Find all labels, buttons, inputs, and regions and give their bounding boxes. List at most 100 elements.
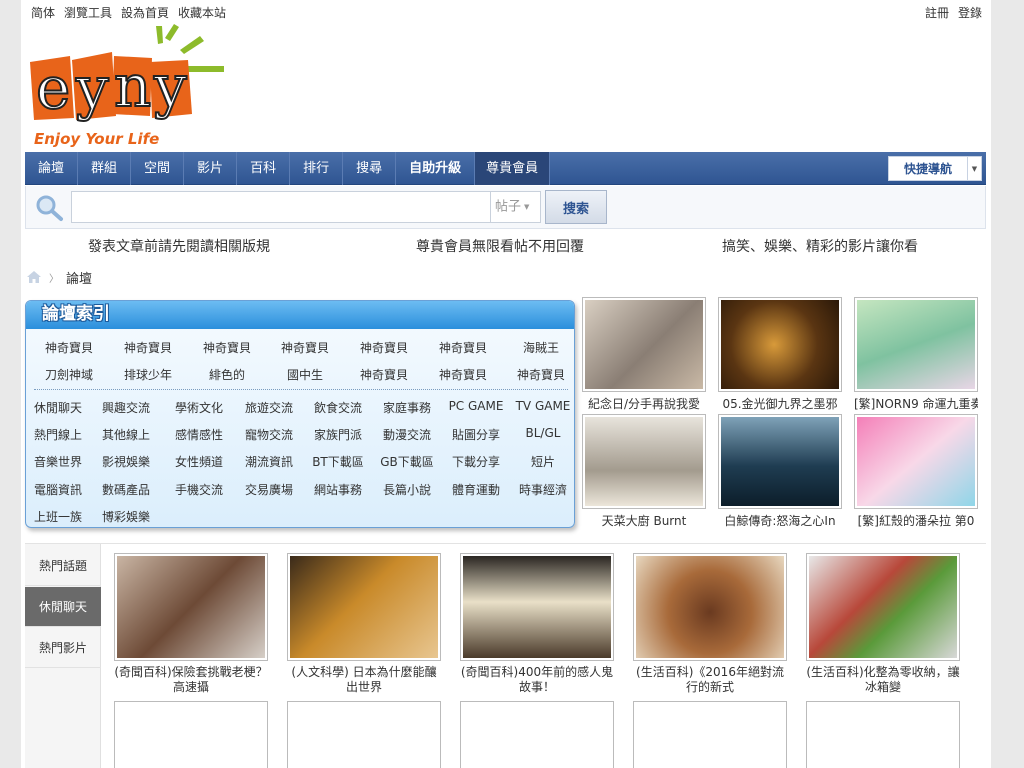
tab-hot-videos[interactable]: 熱門影片: [25, 628, 101, 668]
forum-link[interactable]: 神奇寶貝: [187, 339, 267, 356]
featured-item[interactable]: 白鯨傳奇:怒海之心In: [718, 414, 842, 529]
search-icon: [36, 195, 63, 221]
article-card-placeholder[interactable]: [806, 701, 960, 768]
article-caption: (生活百科)《2016年絕對流行的新式: [636, 665, 784, 694]
forum-link[interactable]: 神奇寶貝: [29, 339, 109, 356]
svg-text:n: n: [114, 52, 151, 120]
article-card[interactable]: (生活百科)化整為零收納，讓冰箱變: [806, 553, 960, 695]
article-card[interactable]: (奇聞百科)保險套挑戰老梗？高速攝: [114, 553, 268, 695]
forum-link[interactable]: 家庭事務: [368, 399, 446, 416]
forum-link[interactable]: 神奇寶貝: [423, 366, 503, 383]
quick-nav-dropdown[interactable]: 快捷導航 ▼: [888, 156, 982, 181]
site-logo[interactable]: e y n y Enjoy Your Life: [28, 22, 228, 150]
lower-section: 熱門話題 休閒聊天 熱門影片 (奇聞百科)保險套挑戰老梗？高速攝 (人文科學) …: [25, 543, 986, 768]
forum-link[interactable]: 國中生: [265, 366, 345, 383]
nav-search[interactable]: 搜尋: [343, 152, 397, 185]
nav-ranking[interactable]: 排行: [290, 152, 344, 185]
notice-rules[interactable]: 發表文章前請先閱讀相關版規: [88, 236, 270, 256]
tab-hot-topics[interactable]: 熱門話題: [25, 546, 101, 586]
svg-text:y: y: [75, 54, 109, 122]
article-card-placeholder[interactable]: [633, 701, 787, 768]
forum-link[interactable]: 博彩娛樂: [87, 508, 165, 525]
forum-link[interactable]: 長篇小說: [368, 481, 446, 498]
forum-link[interactable]: 手機交流: [160, 481, 238, 498]
forum-link[interactable]: 神奇寶貝: [501, 366, 574, 383]
forum-link[interactable]: 神奇寶貝: [108, 339, 188, 356]
featured-item[interactable]: [繁]NORN9 命運九重奏: [854, 297, 978, 412]
notice-videos[interactable]: 搞笑、娛樂、精彩的影片讓你看: [722, 236, 918, 256]
featured-caption: 白鯨傳奇:怒海之心In: [724, 514, 836, 528]
search-bar: 帖子 ▼ 搜索: [25, 186, 986, 229]
article-thumbnail: [460, 553, 614, 661]
article-card[interactable]: (奇聞百科)400年前的感人鬼故事！: [460, 553, 614, 695]
nav-videos[interactable]: 影片: [184, 152, 238, 185]
search-input[interactable]: [71, 191, 491, 223]
forum-link[interactable]: 刀劍神域: [29, 366, 109, 383]
top-links-left: 简体 瀏覽工具 設為首頁 收藏本站: [31, 4, 226, 21]
featured-item[interactable]: 天菜大廚 Burnt: [582, 414, 706, 529]
forum-link[interactable]: 影視娛樂: [87, 453, 165, 470]
article-card[interactable]: (生活百科)《2016年絕對流行的新式: [633, 553, 787, 695]
nav-self-upgrade[interactable]: 自助升級: [396, 152, 476, 185]
forum-link[interactable]: 旅遊交流: [230, 399, 308, 416]
forum-link[interactable]: 潮流資訊: [230, 453, 308, 470]
forum-link[interactable]: TV GAME: [504, 399, 574, 413]
article-thumbnail: [806, 553, 960, 661]
notice-bar: 發表文章前請先閱讀相關版規 尊貴會員無限看帖不用回覆 搞笑、娛樂、精彩的影片讓你…: [25, 236, 986, 256]
forum-link[interactable]: 神奇寶貝: [344, 366, 424, 383]
forum-link[interactable]: 家族門派: [299, 426, 377, 443]
forum-link[interactable]: 排球少年: [108, 366, 188, 383]
link-browse-tools[interactable]: 瀏覽工具: [64, 4, 112, 21]
article-card[interactable]: (人文科學) 日本為什麼能釀出世界: [287, 553, 441, 695]
quick-nav-label: 快捷導航: [903, 162, 952, 176]
forum-link[interactable]: 神奇寶貝: [344, 339, 424, 356]
forum-link[interactable]: 飲食交流: [299, 399, 377, 416]
search-button[interactable]: 搜索: [545, 190, 607, 224]
forum-link[interactable]: 女性頻道: [160, 453, 238, 470]
featured-item[interactable]: 05.金光御九界之墨邪: [718, 297, 842, 412]
nav-forum[interactable]: 論壇: [25, 152, 79, 185]
forum-link[interactable]: 興趣交流: [87, 399, 165, 416]
nav-encyclopedia[interactable]: 百科: [237, 152, 291, 185]
featured-thumbnail: [854, 297, 978, 392]
forum-link[interactable]: 學術文化: [160, 399, 238, 416]
nav-groups[interactable]: 群組: [78, 152, 132, 185]
tab-casual-chat[interactable]: 休閒聊天: [25, 587, 101, 627]
forum-link[interactable]: 其他線上: [87, 426, 165, 443]
nav-space[interactable]: 空間: [131, 152, 185, 185]
forum-link[interactable]: 海賊王: [501, 339, 574, 356]
link-bookmark-site[interactable]: 收藏本站: [178, 4, 226, 21]
featured-caption: 天菜大廚 Burnt: [601, 514, 687, 528]
chevron-down-icon: ▼: [524, 203, 530, 211]
article-card-placeholder[interactable]: [460, 701, 614, 768]
article-card-placeholder[interactable]: [114, 701, 268, 768]
forum-link[interactable]: 數碼產品: [87, 481, 165, 498]
forum-link[interactable]: 感情感性: [160, 426, 238, 443]
forum-link[interactable]: BT下載區: [299, 453, 377, 470]
forum-link[interactable]: BL/GL: [504, 426, 574, 440]
link-set-homepage[interactable]: 設為首頁: [121, 4, 169, 21]
forum-link[interactable]: 寵物交流: [230, 426, 308, 443]
forum-link[interactable]: 時事經濟: [504, 481, 574, 498]
forum-link[interactable]: 神奇寶貝: [265, 339, 345, 356]
article-card-placeholder[interactable]: [287, 701, 441, 768]
notice-vip[interactable]: 尊貴會員無限看帖不用回覆: [416, 236, 584, 256]
nav-vip-member[interactable]: 尊貴會員: [475, 152, 551, 185]
forum-link[interactable]: 神奇寶貝: [423, 339, 503, 356]
search-scope-select[interactable]: 帖子 ▼: [491, 191, 541, 223]
forum-link[interactable]: 網站事務: [299, 481, 377, 498]
forum-link[interactable]: 動漫交流: [368, 426, 446, 443]
article-caption: (奇聞百科)400年前的感人鬼故事！: [460, 665, 614, 694]
register-link[interactable]: 註冊: [925, 4, 949, 21]
link-simplified[interactable]: 简体: [31, 4, 55, 21]
article-caption: (人文科學) 日本為什麼能釀出世界: [291, 665, 437, 694]
forum-link[interactable]: GB下載區: [368, 453, 446, 470]
featured-item[interactable]: 紀念日/分手再說我愛: [582, 297, 706, 412]
home-icon[interactable]: [26, 270, 42, 284]
forum-link[interactable]: 交易廣場: [230, 481, 308, 498]
forum-link[interactable]: 短片: [504, 453, 574, 470]
featured-item[interactable]: [繁]紅殼的潘朵拉 第0: [854, 414, 978, 529]
forum-link[interactable]: 緋色的: [187, 366, 267, 383]
breadcrumb-current[interactable]: 論壇: [66, 268, 92, 287]
login-link[interactable]: 登錄: [958, 4, 982, 21]
